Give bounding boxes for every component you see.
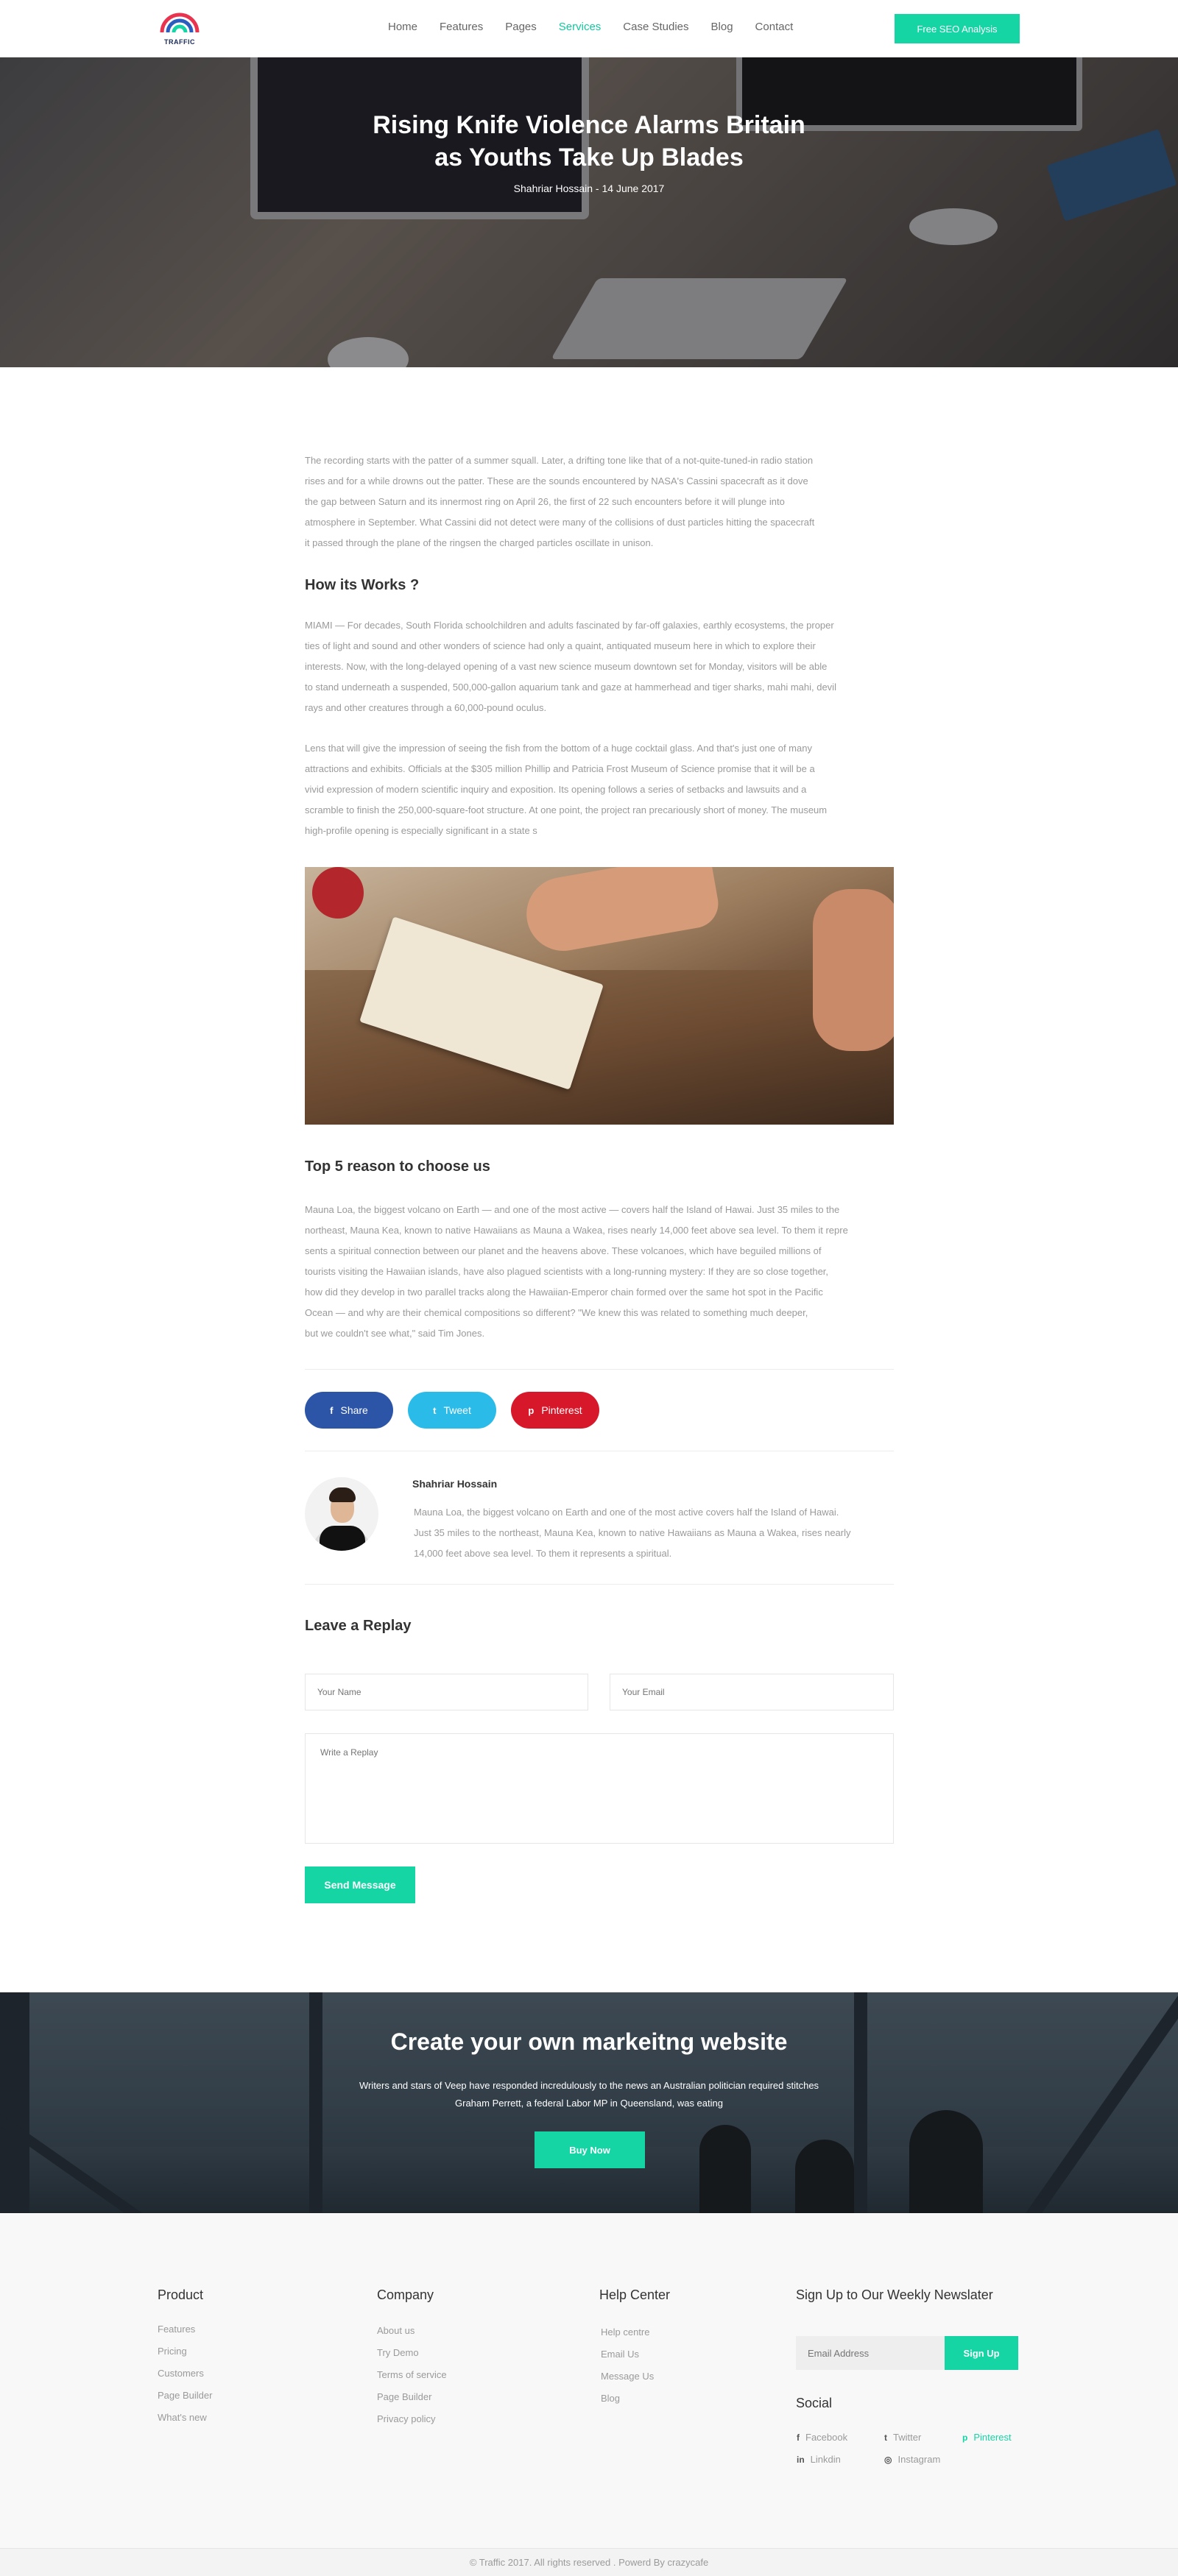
- article-paragraph-3: Lens that will give the impression of se…: [305, 743, 828, 836]
- post-meta: Shahriar Hossain - 14 June 2017: [513, 183, 665, 194]
- social-linkedin-link[interactable]: in Linkdin: [797, 2454, 841, 2465]
- buy-now-button[interactable]: Buy Now: [535, 2131, 645, 2168]
- nav-contact[interactable]: Contact: [755, 21, 794, 33]
- logo-arcs-icon: [160, 13, 200, 33]
- copyright-text: © Traffic 2017. All rights reserved . Po…: [0, 2548, 1178, 2576]
- footer-link-customers[interactable]: Customers: [158, 2368, 204, 2379]
- article-paragraph-4: Mauna Loa, the biggest volcano on Earth …: [305, 1204, 848, 1339]
- twitter-icon: t: [433, 1404, 437, 1416]
- newsletter-email-input[interactable]: [796, 2336, 945, 2370]
- reply-heading: Leave a Replay: [305, 1618, 412, 1634]
- facebook-share-button[interactable]: f Share: [305, 1392, 393, 1429]
- cta-band-title: Create your own markeitng website: [390, 2028, 788, 2055]
- article-paragraph-2: MIAMI — For decades, South Florida schoo…: [305, 620, 836, 713]
- pinterest-icon: p: [962, 2432, 968, 2443]
- newsletter-signup-button[interactable]: Sign Up: [945, 2336, 1018, 2370]
- footer-link-privacy[interactable]: Privacy policy: [377, 2413, 435, 2424]
- nav-case-studies[interactable]: Case Studies: [623, 21, 688, 33]
- social-twitter-link[interactable]: t Twitter: [884, 2432, 921, 2443]
- footer-link-whats-new[interactable]: What's new: [158, 2412, 207, 2423]
- footer-link-page-builder[interactable]: Page Builder: [158, 2390, 212, 2401]
- nav-services[interactable]: Services: [559, 21, 602, 33]
- footer-link-try-demo[interactable]: Try Demo: [377, 2347, 419, 2358]
- main-nav: Home Features Pages Services Case Studie…: [388, 21, 815, 33]
- footer-link-features[interactable]: Features: [158, 2324, 195, 2335]
- section-heading-top-5: Top 5 reason to choose us: [305, 1158, 490, 1175]
- intro-paragraph: The recording starts with the patter of …: [305, 455, 815, 548]
- footer-help-title: Help Center: [599, 2287, 671, 2302]
- social-facebook-link[interactable]: f Facebook: [797, 2432, 847, 2443]
- nav-features[interactable]: Features: [440, 21, 483, 33]
- footer-link-page-builder-2[interactable]: Page Builder: [377, 2391, 431, 2402]
- nav-blog[interactable]: Blog: [711, 21, 733, 33]
- twitter-icon: t: [884, 2432, 887, 2443]
- footer-link-help-centre[interactable]: Help centre: [601, 2326, 649, 2338]
- footer-link-message-us[interactable]: Message Us: [601, 2371, 654, 2382]
- divider: [305, 1584, 894, 1585]
- social-instagram-link[interactable]: ◎ Instagram: [884, 2454, 940, 2465]
- name-input[interactable]: [305, 1674, 588, 1710]
- instagram-icon: ◎: [884, 2455, 892, 2465]
- footer-link-terms[interactable]: Terms of service: [377, 2369, 447, 2380]
- free-seo-analysis-button[interactable]: Free SEO Analysis: [895, 14, 1020, 43]
- author-avatar: [305, 1477, 378, 1551]
- section-heading-how-it-works: How its Works ?: [305, 577, 420, 593]
- nav-home[interactable]: Home: [388, 21, 417, 33]
- author-name: Shahriar Hossain: [412, 1478, 498, 1490]
- article-image: [305, 867, 894, 1125]
- email-input[interactable]: [610, 1674, 894, 1710]
- footer-newsletter-title: Sign Up to Our Weekly Newslater: [796, 2287, 993, 2302]
- author-bio: Mauna Loa, the biggest volcano on Earth …: [414, 1507, 851, 1559]
- facebook-icon: f: [797, 2432, 800, 2443]
- nav-pages[interactable]: Pages: [505, 21, 537, 33]
- pinterest-share-button[interactable]: p Pinterest: [511, 1392, 599, 1429]
- footer-link-about-us[interactable]: About us: [377, 2325, 415, 2336]
- footer-link-pricing[interactable]: Pricing: [158, 2346, 187, 2357]
- linkedin-icon: in: [797, 2455, 805, 2465]
- footer-link-email-us[interactable]: Email Us: [601, 2349, 639, 2360]
- twitter-tweet-button[interactable]: t Tweet: [408, 1392, 496, 1429]
- footer-social-title: Social: [796, 2396, 833, 2410]
- traffic-logo[interactable]: TRAFFIC: [158, 10, 202, 49]
- footer-link-blog[interactable]: Blog: [601, 2393, 620, 2404]
- site-header: TRAFFIC Home Features Pages Services Cas…: [0, 0, 1178, 57]
- facebook-icon: f: [330, 1404, 334, 1416]
- footer-product-title: Product: [158, 2287, 204, 2302]
- pinterest-icon: p: [528, 1404, 535, 1416]
- post-title: Rising Knife Violence Alarms Britain as …: [373, 111, 805, 171]
- hero-banner: [0, 57, 1178, 367]
- send-message-button[interactable]: Send Message: [305, 1866, 415, 1903]
- footer-company-title: Company: [377, 2287, 434, 2302]
- social-pinterest-link[interactable]: p Pinterest: [962, 2432, 1012, 2443]
- cta-band-text: Writers and stars of Veep have responded…: [359, 2080, 819, 2109]
- message-textarea[interactable]: [305, 1733, 894, 1844]
- logo-text: TRAFFIC: [164, 38, 195, 46]
- divider: [305, 1369, 894, 1370]
